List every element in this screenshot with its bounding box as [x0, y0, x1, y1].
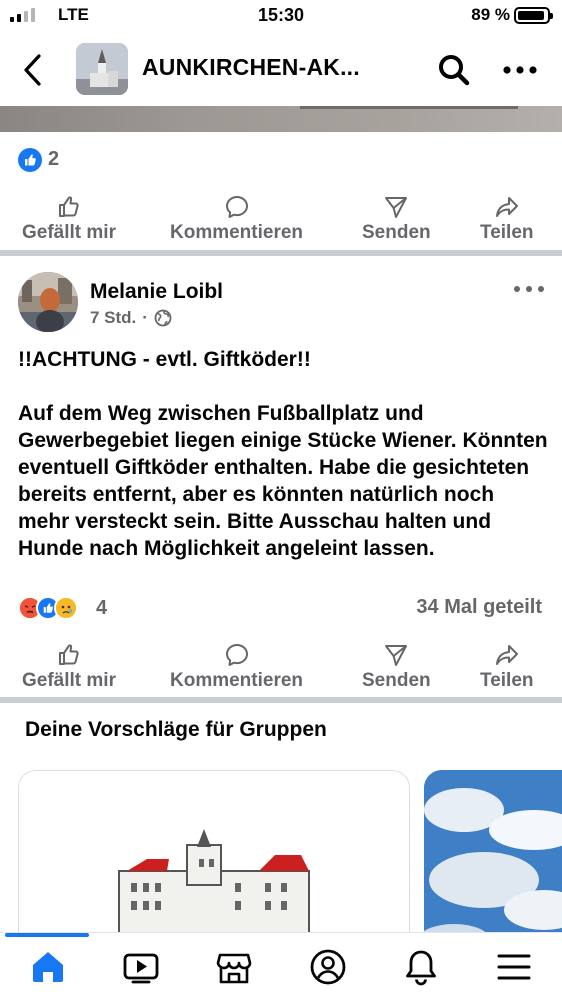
status-bar: LTE 15:30 89 %	[0, 0, 562, 36]
group-avatar[interactable]	[76, 43, 128, 95]
nav-notifications[interactable]	[401, 947, 441, 987]
sad-reaction-icon	[54, 596, 78, 620]
search-button[interactable]	[436, 52, 472, 88]
more-options-button[interactable]	[500, 60, 540, 80]
share-button[interactable]: Teilen	[480, 642, 534, 692]
bottom-navigation	[0, 932, 562, 1000]
share-label: Teilen	[480, 670, 534, 691]
previous-post-reactions[interactable]: 2	[18, 148, 548, 176]
notifications-icon	[406, 950, 436, 986]
video-icon	[123, 953, 159, 984]
comment-button[interactable]: Kommentieren	[170, 642, 303, 692]
reaction-count: 2	[48, 148, 60, 170]
thumbs-up-icon	[58, 644, 79, 665]
share-icon	[495, 197, 518, 217]
marketplace-icon	[216, 953, 252, 984]
post-actions: Gefällt mir Kommentieren Senden Teilen	[0, 642, 562, 698]
send-icon	[385, 645, 408, 666]
author-avatar[interactable]	[18, 272, 78, 332]
previous-post-actions: Gefällt mir Kommentieren Senden Teilen	[0, 194, 562, 250]
group-title[interactable]: AUNKIRCHEN-AK...	[142, 54, 360, 81]
post-reactions[interactable]	[18, 596, 98, 622]
comment-label: Kommentieren	[170, 222, 304, 243]
globe-icon	[154, 309, 172, 327]
back-arrow-icon	[24, 54, 41, 86]
post-time[interactable]: 7 Std.	[90, 308, 136, 328]
nav-profile[interactable]	[308, 947, 348, 987]
feed-divider	[0, 697, 562, 703]
post-body: !!ACHTUNG - evtl. Giftköder!! Auf dem We…	[18, 346, 548, 562]
send-icon	[385, 197, 408, 218]
menu-icon	[497, 954, 531, 980]
share-button[interactable]: Teilen	[480, 194, 534, 244]
thumbs-up-icon	[58, 196, 79, 217]
post-paragraph: Auf dem Weg zwischen Fußballplatz und Ge…	[18, 402, 548, 560]
group-suggestions-title: Deine Vorschläge für Gruppen	[25, 718, 327, 741]
post-headline: !!ACHTUNG - evtl. Giftköder!!	[18, 348, 311, 371]
comment-label: Kommentieren	[170, 670, 304, 691]
share-icon	[495, 645, 518, 665]
more-icon	[503, 66, 537, 74]
search-icon	[439, 55, 470, 86]
author-name[interactable]: Melanie Loibl	[90, 280, 223, 304]
battery-percent: 89 %	[471, 5, 510, 24]
back-button[interactable]	[18, 50, 52, 90]
send-label: Senden	[362, 670, 431, 691]
nav-menu[interactable]	[494, 947, 534, 987]
meta-separator: ·	[142, 308, 148, 327]
author-photo	[18, 272, 78, 332]
home-icon	[33, 952, 63, 982]
send-button[interactable]: Senden	[362, 194, 431, 244]
share-label: Teilen	[480, 222, 534, 243]
previous-post-image[interactable]	[0, 106, 562, 132]
like-label: Gefällt mir	[22, 222, 116, 243]
like-label: Gefällt mir	[22, 670, 116, 691]
comment-button[interactable]: Kommentieren	[170, 194, 303, 244]
like-button[interactable]: Gefällt mir	[22, 642, 116, 692]
send-label: Senden	[362, 222, 431, 243]
comment-icon	[225, 644, 248, 666]
nav-marketplace[interactable]	[214, 947, 254, 987]
post-meta: 7 Std. ·	[90, 308, 172, 328]
post-options-button[interactable]	[512, 282, 546, 296]
post-reaction-count[interactable]: 4	[96, 597, 107, 620]
feed-divider	[0, 250, 562, 256]
send-button[interactable]: Senden	[362, 642, 431, 692]
more-horizontal-icon	[514, 286, 544, 292]
battery-icon	[514, 7, 553, 24]
share-count[interactable]: 34 Mal geteilt	[416, 596, 542, 619]
group-header: AUNKIRCHEN-AK...	[0, 36, 562, 104]
nav-home[interactable]	[28, 947, 68, 987]
nav-video[interactable]	[121, 947, 161, 987]
profile-icon	[310, 949, 346, 985]
like-button[interactable]: Gefällt mir	[22, 194, 116, 244]
active-tab-indicator	[5, 933, 89, 937]
comment-icon	[225, 196, 248, 218]
church-thumbnail-icon	[76, 43, 128, 95]
like-reaction-icon	[18, 148, 42, 172]
